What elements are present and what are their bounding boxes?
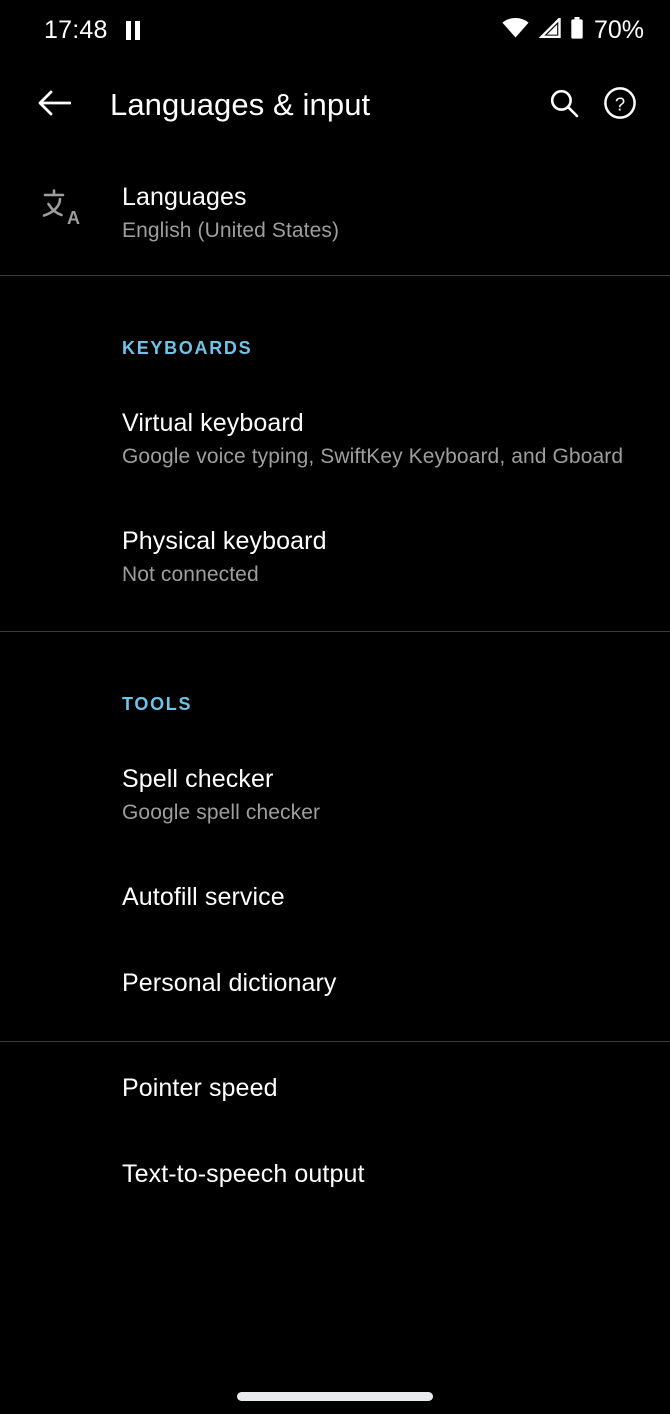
list-item-title: Spell checker bbox=[122, 765, 274, 793]
list-item-text: Text-to-speech output bbox=[122, 1159, 630, 1190]
list-item-title: Physical keyboard bbox=[122, 527, 327, 555]
list-item-virtual-keyboard[interactable]: Virtual keyboard Google voice typing, Sw… bbox=[0, 408, 670, 471]
list-item-subtitle: Not connected bbox=[122, 563, 259, 586]
list-item-text: Languages English (United States) bbox=[96, 182, 646, 245]
settings-screen: 17:48 70% Languages & input ? A Language… bbox=[0, 0, 670, 1414]
status-clock: 17:48 bbox=[44, 15, 108, 44]
translate-icon: A bbox=[24, 182, 96, 228]
list-item-subtitle: Google spell checker bbox=[122, 801, 321, 824]
list-item-pointer-speed[interactable]: Pointer speed bbox=[0, 1073, 670, 1104]
list-item-text: Physical keyboard Not connected bbox=[122, 526, 630, 589]
list-item-text: Autofill service bbox=[122, 882, 630, 913]
list-item-title: Languages bbox=[122, 183, 247, 211]
list-item-physical-keyboard[interactable]: Physical keyboard Not connected bbox=[0, 526, 670, 589]
page-title: Languages & input bbox=[110, 87, 371, 122]
svg-text:A: A bbox=[67, 208, 80, 228]
list-item-title: Virtual keyboard bbox=[122, 409, 304, 437]
back-arrow-icon bbox=[37, 88, 72, 123]
section-header-keyboards: KEYBOARDS bbox=[122, 338, 253, 358]
list-item-text: Personal dictionary bbox=[122, 968, 630, 999]
section-input-extras: Pointer speed Text-to-speech output bbox=[0, 1042, 670, 1190]
list-item-text: Virtual keyboard Google voice typing, Sw… bbox=[122, 408, 630, 471]
list-item-text-to-speech-output[interactable]: Text-to-speech output bbox=[0, 1159, 670, 1190]
list-item-subtitle: Google voice typing, SwiftKey Keyboard, … bbox=[122, 445, 624, 468]
status-bar: 17:48 70% bbox=[0, 0, 670, 60]
list-item-languages[interactable]: A Languages English (United States) bbox=[0, 150, 670, 275]
back-button[interactable] bbox=[28, 79, 80, 131]
list-item-personal-dictionary[interactable]: Personal dictionary bbox=[0, 968, 670, 999]
battery-icon bbox=[570, 16, 584, 44]
wifi-icon bbox=[502, 17, 529, 43]
list-item-subtitle: English (United States) bbox=[122, 219, 340, 242]
pause-icon bbox=[125, 20, 140, 40]
list-item-text: Pointer speed bbox=[122, 1073, 630, 1104]
section-keyboards: KEYBOARDS Virtual keyboard Google voice … bbox=[0, 276, 670, 631]
list-item-autofill-service[interactable]: Autofill service bbox=[0, 882, 670, 913]
section-header-tools: TOOLS bbox=[122, 694, 193, 714]
help-button[interactable]: ? bbox=[592, 77, 648, 133]
status-bar-right: 70% bbox=[502, 15, 644, 44]
list-item-spell-checker[interactable]: Spell checker Google spell checker bbox=[0, 764, 670, 827]
status-bar-left: 17:48 bbox=[44, 15, 140, 44]
list-item-title: Personal dictionary bbox=[122, 969, 337, 997]
list-item-text: Spell checker Google spell checker bbox=[122, 764, 630, 827]
settings-list: A Languages English (United States) KEYB… bbox=[0, 150, 670, 1190]
list-item-title: Text-to-speech output bbox=[122, 1160, 365, 1188]
cellular-signal-icon bbox=[538, 15, 561, 43]
search-icon bbox=[548, 87, 580, 124]
help-icon: ? bbox=[603, 86, 637, 125]
app-bar: Languages & input ? bbox=[0, 60, 670, 150]
list-item-title: Autofill service bbox=[122, 883, 285, 911]
section-tools: TOOLS Spell checker Google spell checker… bbox=[0, 632, 670, 1041]
search-button[interactable] bbox=[536, 77, 592, 133]
home-gesture-indicator[interactable] bbox=[237, 1391, 433, 1401]
navigation-bar bbox=[0, 1368, 670, 1414]
list-item-title: Pointer speed bbox=[122, 1074, 278, 1102]
svg-text:?: ? bbox=[615, 93, 625, 114]
battery-percent: 70% bbox=[593, 15, 644, 44]
